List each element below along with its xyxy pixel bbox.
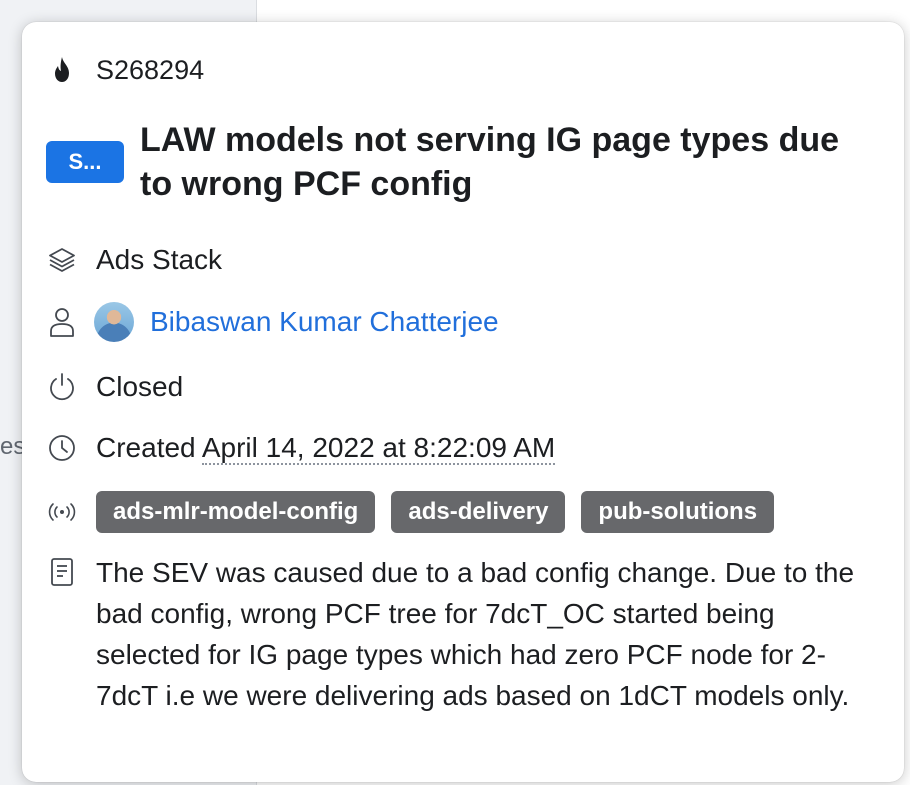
- owner-row: Bibaswan Kumar Chatterjee: [46, 302, 499, 342]
- tag-chip[interactable]: pub-solutions: [581, 491, 775, 533]
- fire-icon: [46, 54, 78, 86]
- person-icon: [46, 306, 78, 338]
- broadcast-icon: [46, 496, 78, 528]
- state-label: Closed: [96, 371, 184, 402]
- clock-icon: [46, 432, 78, 464]
- tag-list: ads-mlr-model-config ads-delivery pub-so…: [96, 491, 790, 533]
- sev-hovercard: S268294 S... LAW models not serving IG p…: [22, 22, 904, 782]
- created-text: Created April 14, 2022 at 8:22:09 AM: [96, 432, 556, 465]
- component-name[interactable]: Ads Stack: [96, 244, 222, 276]
- power-icon: [46, 371, 78, 403]
- sev-description: The SEV was caused due to a bad config c…: [96, 557, 855, 711]
- sev-title[interactable]: LAW models not serving IG page types due…: [140, 118, 860, 206]
- title-row: S... LAW models not serving IG page type…: [46, 118, 860, 206]
- avatar[interactable]: [94, 302, 134, 342]
- tags-row: ads-mlr-model-config ads-delivery pub-so…: [46, 491, 790, 533]
- description-row: The SEV was caused due to a bad config c…: [46, 552, 886, 716]
- created-row: Created April 14, 2022 at 8:22:09 AM: [46, 432, 556, 465]
- document-icon: [46, 556, 78, 588]
- tag-chip[interactable]: ads-mlr-model-config: [96, 491, 376, 533]
- status-badge: S...: [46, 141, 124, 183]
- state-row: Closed: [46, 371, 183, 403]
- sev-id-row: S268294: [46, 54, 204, 86]
- created-label: Created: [96, 432, 196, 463]
- component-row: Ads Stack: [46, 244, 222, 276]
- owner-link[interactable]: Bibaswan Kumar Chatterjee: [150, 306, 499, 338]
- layers-icon: [46, 244, 78, 276]
- tag-chip[interactable]: ads-delivery: [391, 491, 566, 533]
- sev-id[interactable]: S268294: [96, 55, 204, 86]
- created-date[interactable]: April 14, 2022 at 8:22:09 AM: [201, 432, 556, 465]
